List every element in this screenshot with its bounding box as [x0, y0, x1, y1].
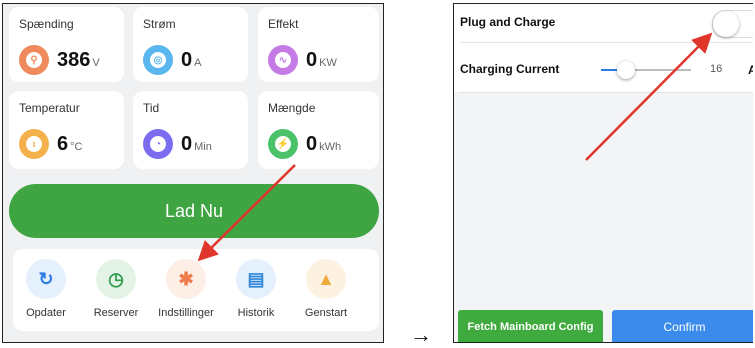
confirm-button[interactable]: Confirm — [612, 310, 753, 342]
clock-icon: ◔ — [143, 129, 173, 159]
action-genstart-button[interactable]: ▲ Genstart — [291, 259, 361, 319]
metric-card: Mængde ⚡ 0 kWh — [258, 91, 379, 169]
refresh-icon[interactable]: ↻ — [26, 259, 66, 299]
charging-current-value: 16 — [710, 63, 723, 75]
settings-screen: Plug and Charge Charging Current 16 A Fe… — [453, 3, 753, 343]
metric-card: Strøm ◎ 0 A — [133, 7, 248, 82]
action-label: Genstart — [304, 307, 348, 319]
divider — [460, 92, 753, 93]
clock-icon[interactable]: ◷ — [96, 259, 136, 299]
charge-now-button[interactable]: Lad Nu — [9, 184, 379, 238]
energy-icon: ⚡ — [268, 129, 298, 159]
transition-arrow: → — [410, 322, 432, 347]
divider — [460, 42, 753, 43]
metric-card: Temperatur ı 6 °C — [9, 91, 124, 169]
metric-label: Strøm — [143, 17, 176, 31]
plug-and-charge-label: Plug and Charge — [460, 15, 556, 29]
metric-unit: V — [92, 57, 100, 69]
metric-label: Mængde — [268, 101, 316, 115]
metric-unit: °C — [70, 141, 83, 153]
power-icon: ∿ — [268, 45, 298, 75]
action-label: Historik — [237, 307, 275, 319]
plug-and-charge-toggle[interactable] — [712, 10, 753, 38]
metric-card: Effekt ∿ 0 KW — [258, 7, 379, 82]
metric-value: 0 Min — [181, 133, 212, 155]
fetch-mainboard-config-button[interactable]: Fetch Mainboard Config — [458, 310, 603, 342]
metric-unit: A — [194, 57, 202, 69]
slider-track[interactable] — [629, 69, 691, 71]
metric-label: Spænding — [19, 17, 74, 31]
action-historik-button[interactable]: ▤ Historik — [221, 259, 291, 319]
metric-unit: Min — [194, 141, 212, 153]
voltage-icon: ⚲ — [19, 45, 49, 75]
metric-label: Tid — [143, 101, 160, 115]
current-icon: ◎ — [143, 45, 173, 75]
metric-value: 0 kWh — [306, 133, 342, 155]
charging-current-unit: A — [748, 63, 753, 77]
metric-label: Effekt — [268, 17, 299, 31]
thermometer-icon: ı — [19, 129, 49, 159]
action-label: Indstillinger — [158, 307, 214, 319]
charging-current-label: Charging Current — [460, 62, 560, 76]
metric-value: 0 KW — [306, 49, 337, 71]
metric-card: Spænding ⚲ 386 V — [9, 7, 124, 82]
metric-unit: kWh — [319, 141, 342, 153]
metric-label: Temperatur — [19, 101, 80, 115]
metric-value: 386 V — [57, 49, 100, 71]
metric-unit: KW — [319, 57, 337, 69]
app-dashboard-screen: Spænding ⚲ 386 V Strøm ◎ 0 A Effekt ∿ 0 KW Temperatu… — [2, 3, 384, 343]
action-label: Reserver — [93, 307, 139, 319]
warning-icon[interactable]: ▲ — [306, 259, 346, 299]
action-bar: ↻ Opdater ◷ Reserver ✱ Indstillinger ▤ Historik… — [13, 249, 379, 331]
metric-card: Tid ◔ 0 Min — [133, 91, 248, 169]
action-indstillinger-button[interactable]: ✱ Indstillinger — [151, 259, 221, 319]
action-label: Opdater — [26, 307, 66, 319]
toggle-knob[interactable] — [713, 11, 739, 37]
metric-value: 6 °C — [57, 133, 83, 155]
metric-value: 0A — [181, 49, 202, 71]
gear-icon[interactable]: ✱ — [166, 259, 206, 299]
action-reserver-button[interactable]: ◷ Reserver — [81, 259, 151, 319]
charging-current-slider-handle[interactable] — [617, 61, 635, 79]
document-icon[interactable]: ▤ — [236, 259, 276, 299]
action-opdater-button[interactable]: ↻ Opdater — [11, 259, 81, 319]
